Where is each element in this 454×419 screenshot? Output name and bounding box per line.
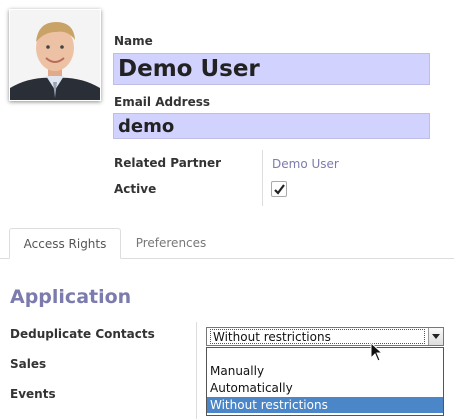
option-automatically[interactable]: Automatically bbox=[207, 380, 443, 396]
field-separator bbox=[262, 150, 263, 206]
related-partner-label: Related Partner bbox=[114, 156, 222, 170]
email-label: Email Address bbox=[114, 95, 211, 109]
select-dropdown-button[interactable] bbox=[428, 328, 443, 345]
deduplicate-contacts-label: Deduplicate Contacts bbox=[10, 327, 155, 341]
deduplicate-contacts-select[interactable]: Without restrictions bbox=[206, 327, 444, 346]
avatar[interactable] bbox=[9, 9, 101, 101]
select-value: Without restrictions bbox=[210, 329, 425, 344]
option-without-restrictions[interactable]: Without restrictions bbox=[207, 397, 443, 413]
application-separator bbox=[196, 322, 197, 419]
name-label: Name bbox=[114, 34, 153, 48]
active-label: Active bbox=[114, 182, 157, 196]
tab-preferences[interactable]: Preferences bbox=[124, 228, 218, 259]
option-manually[interactable]: Manually bbox=[207, 363, 443, 379]
sales-label: Sales bbox=[10, 357, 47, 371]
tab-access-rights[interactable]: Access Rights bbox=[9, 228, 121, 259]
dropdown-arrow-icon bbox=[432, 334, 440, 339]
active-checkbox[interactable] bbox=[271, 181, 287, 197]
check-icon bbox=[274, 184, 285, 195]
related-partner-link[interactable]: Demo User bbox=[272, 157, 339, 171]
section-title: Application bbox=[10, 286, 132, 308]
select-dropdown-list[interactable]: Manually Automatically Without restricti… bbox=[206, 347, 444, 416]
events-label: Events bbox=[10, 387, 56, 401]
mouse-cursor-icon bbox=[370, 342, 384, 362]
email-input[interactable]: demo bbox=[113, 113, 430, 139]
name-input[interactable]: Demo User bbox=[113, 53, 430, 85]
avatar-photo bbox=[10, 10, 100, 100]
